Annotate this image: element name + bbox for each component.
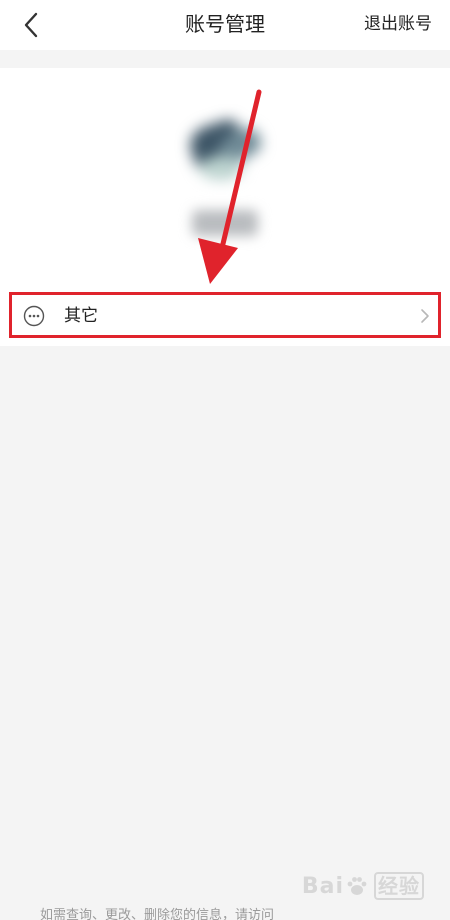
logout-button[interactable]: 退出账号 <box>364 0 432 50</box>
watermark-logo: Bai 经验 <box>302 866 424 906</box>
account-nickname <box>192 210 258 236</box>
menu-item-other[interactable]: 其它 <box>0 294 450 338</box>
more-dots-circle-icon <box>23 305 45 327</box>
chevron-right-icon <box>421 309 429 323</box>
avatar[interactable] <box>185 117 267 188</box>
watermark-text-prefix: Bai <box>301 873 344 899</box>
watermark-text-suffix: 经验 <box>374 872 424 900</box>
paw-icon <box>347 877 367 895</box>
header-bar: 账号管理 退出账号 <box>0 0 450 50</box>
menu-item-other-label: 其它 <box>64 306 98 326</box>
footer-hint: 如需查询、更改、删除您的信息，请访问 <box>40 908 275 920</box>
